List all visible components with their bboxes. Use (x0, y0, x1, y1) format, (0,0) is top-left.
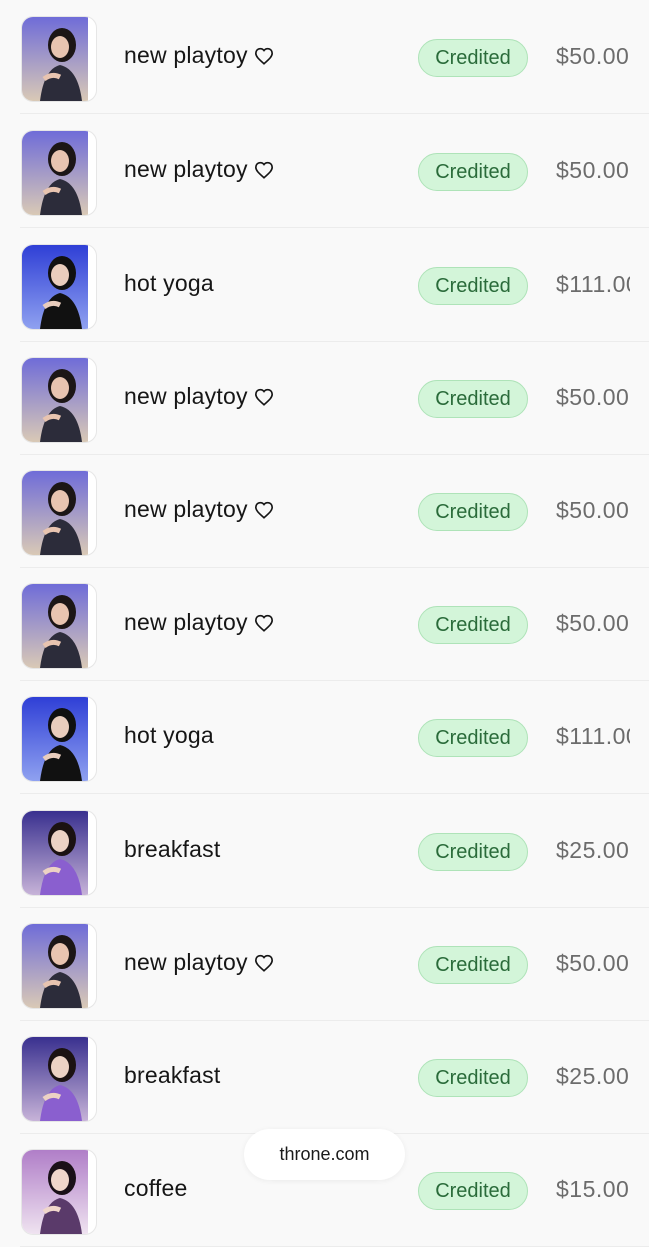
site-domain-pill[interactable]: throne.com (244, 1129, 405, 1180)
list-item[interactable]: hot yoga Credited $111.00 (0, 229, 649, 342)
gift-amount: $50.00 (556, 43, 630, 69)
gift-amount: $25.00 (556, 1063, 630, 1089)
gift-title-text: new playtoy (124, 383, 248, 409)
list-item[interactable]: new playtoy Credited $50.00 (0, 568, 649, 681)
gift-title-text: hot yoga (124, 722, 214, 748)
row-divider (20, 113, 649, 114)
gift-title-text: new playtoy (124, 156, 248, 182)
status-badge: Credited (418, 833, 528, 871)
status-badge: Credited (418, 719, 528, 757)
gift-thumbnail[interactable] (21, 923, 97, 1009)
gift-amount: $111.00 (556, 271, 630, 297)
gift-thumbnail[interactable] (21, 696, 97, 782)
row-divider (20, 793, 649, 794)
gift-amount: $15.00 (556, 1176, 630, 1202)
list-item[interactable]: new playtoy Credited $50.00 (0, 455, 649, 568)
gift-title: new playtoy (124, 383, 274, 412)
list-item[interactable]: new playtoy Credited $50.00 (0, 1, 649, 114)
gift-thumbnail[interactable] (21, 470, 97, 556)
gift-title-text: coffee (124, 1175, 188, 1201)
list-item[interactable]: breakfast Credited $25.00 (0, 1021, 649, 1134)
status-badge: Credited (418, 1172, 528, 1210)
gift-amount: $50.00 (556, 950, 630, 976)
gift-title: new playtoy (124, 42, 274, 71)
heart-outline-icon (254, 44, 274, 71)
gift-title-text: hot yoga (124, 270, 214, 296)
row-divider (20, 227, 649, 228)
status-badge: Credited (418, 1059, 528, 1097)
gift-title: hot yoga (124, 270, 214, 297)
status-badge: Credited (418, 39, 528, 77)
heart-outline-icon (254, 611, 274, 638)
gift-title-text: breakfast (124, 836, 221, 862)
gift-amount: $50.00 (556, 157, 630, 183)
gift-title-text: new playtoy (124, 496, 248, 522)
gift-title-text: new playtoy (124, 949, 248, 975)
gift-title: coffee (124, 1175, 187, 1202)
gift-title: new playtoy (124, 949, 274, 978)
status-badge: Credited (418, 267, 528, 305)
gift-thumbnail[interactable] (21, 130, 97, 216)
status-badge: Credited (418, 606, 528, 644)
gift-title: breakfast (124, 836, 220, 863)
list-item[interactable]: hot yoga Credited $111.00 (0, 681, 649, 794)
gift-thumbnail[interactable] (21, 583, 97, 669)
gift-title-text: breakfast (124, 1062, 221, 1088)
status-badge: Credited (418, 380, 528, 418)
status-badge: Credited (418, 493, 528, 531)
list-item[interactable]: new playtoy Credited $50.00 (0, 115, 649, 228)
gift-title-text: new playtoy (124, 42, 248, 68)
heart-outline-icon (254, 385, 274, 412)
heart-outline-icon (254, 498, 274, 525)
gift-title: new playtoy (124, 496, 274, 525)
status-badge: Credited (418, 153, 528, 191)
gift-amount: $111.00 (556, 723, 630, 749)
gift-title-text: new playtoy (124, 609, 248, 635)
gift-amount: $50.00 (556, 384, 630, 410)
gift-title: new playtoy (124, 156, 274, 185)
gift-amount: $25.00 (556, 837, 630, 863)
list-item[interactable]: new playtoy Credited $50.00 (0, 908, 649, 1021)
gift-amount: $50.00 (556, 497, 630, 523)
gift-thumbnail[interactable] (21, 244, 97, 330)
gift-title: hot yoga (124, 722, 214, 749)
heart-outline-icon (254, 158, 274, 185)
heart-outline-icon (254, 951, 274, 978)
gift-thumbnail[interactable] (21, 1036, 97, 1122)
gift-amount: $50.00 (556, 610, 630, 636)
gift-thumbnail[interactable] (21, 810, 97, 896)
gift-thumbnail[interactable] (21, 357, 97, 443)
list-item[interactable]: new playtoy Credited $50.00 (0, 342, 649, 455)
gift-thumbnail[interactable] (21, 16, 97, 102)
gift-thumbnail[interactable] (21, 1149, 97, 1235)
list-item[interactable]: breakfast Credited $25.00 (0, 795, 649, 908)
gift-title: breakfast (124, 1062, 220, 1089)
status-badge: Credited (418, 946, 528, 984)
gift-title: new playtoy (124, 609, 274, 638)
